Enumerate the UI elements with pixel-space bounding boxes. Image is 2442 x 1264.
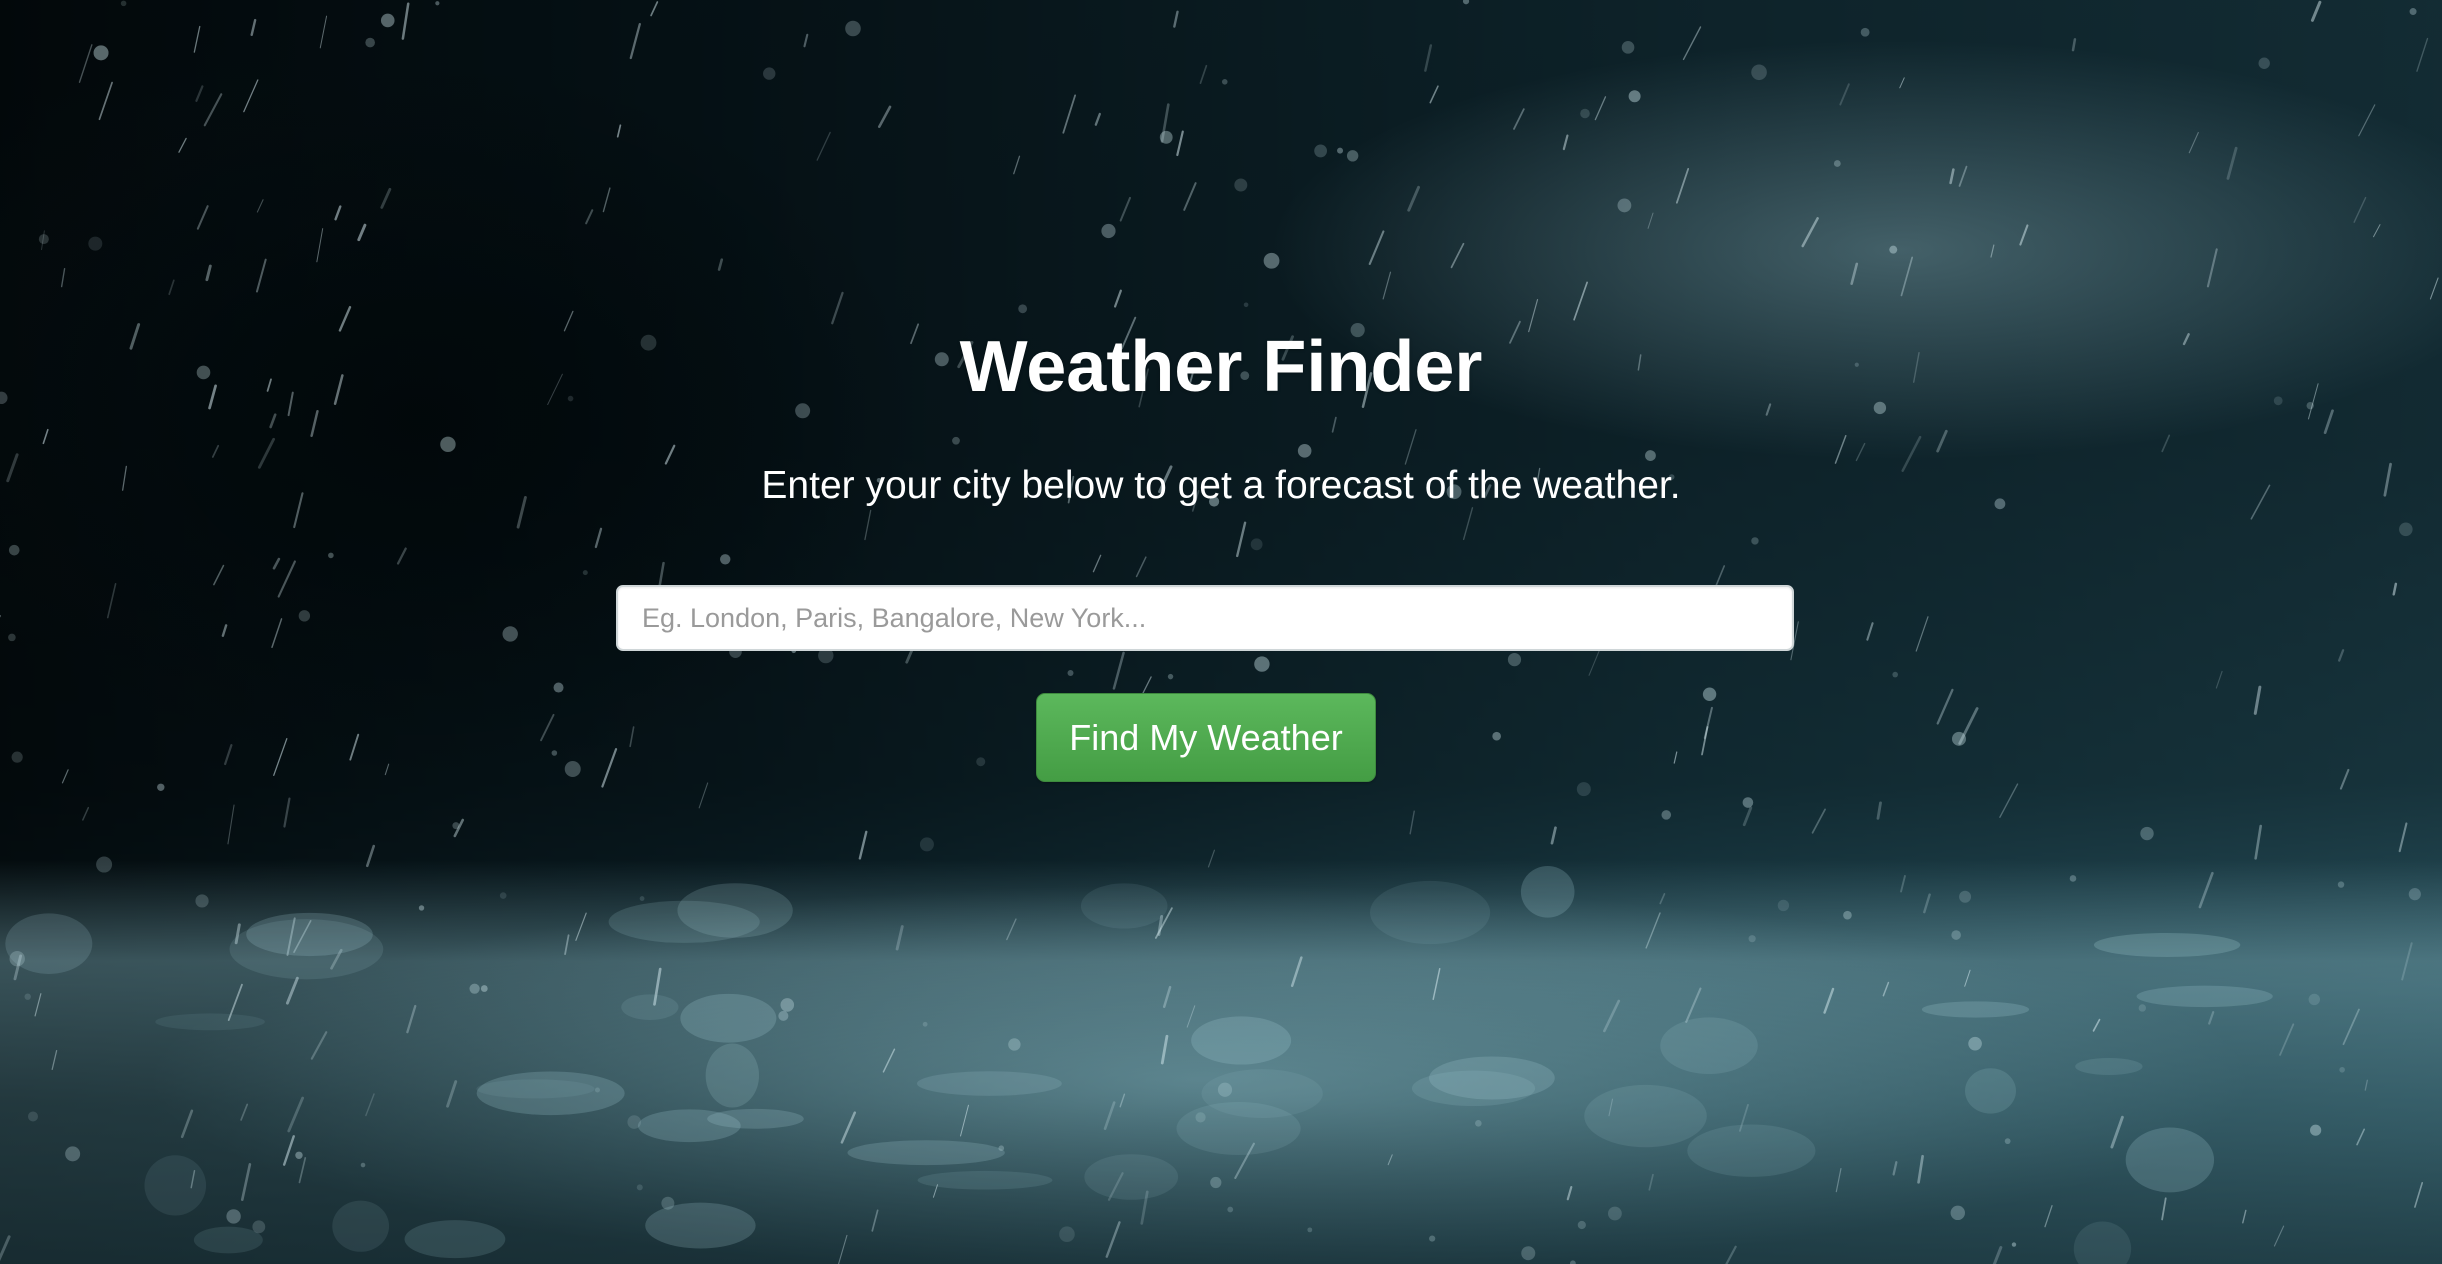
page-subtitle: Enter your city below to get a forecast …	[761, 464, 1681, 507]
find-weather-button[interactable]: Find My Weather	[1036, 693, 1376, 782]
page-title: Weather Finder	[959, 327, 1483, 407]
city-search-input[interactable]	[616, 585, 1794, 651]
hero-section: Weather Finder Enter your city below to …	[0, 0, 2442, 1264]
